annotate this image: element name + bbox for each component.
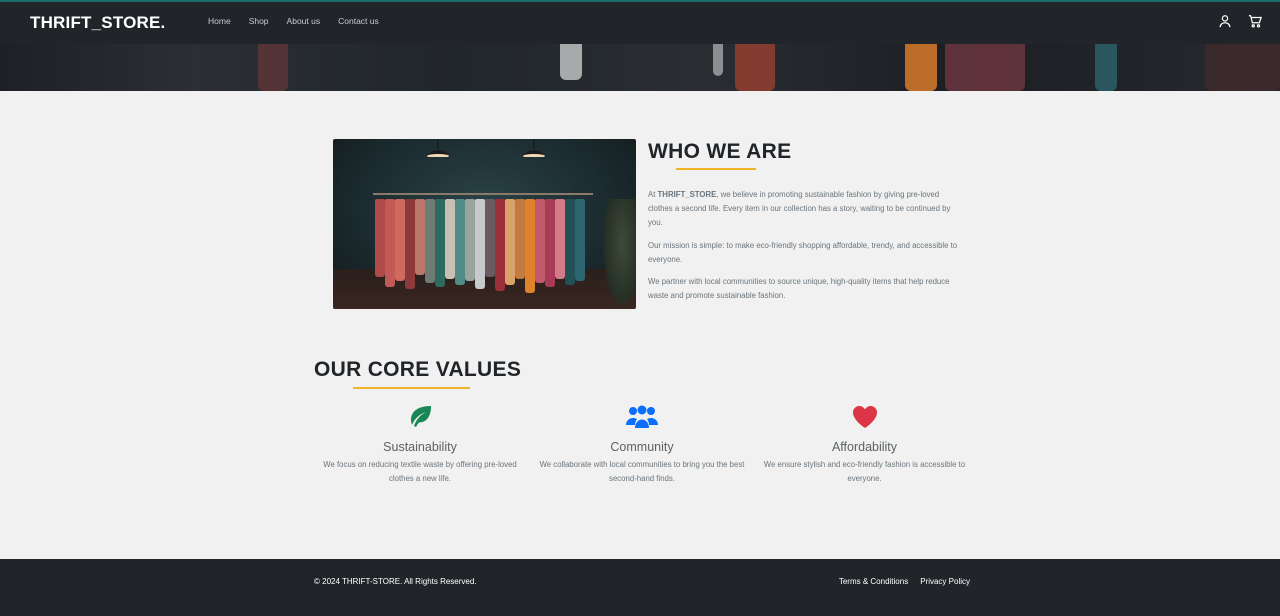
about-text: At THRIFT_STORE, we believe in promoting… (648, 188, 958, 311)
heading-underline (353, 387, 470, 389)
brand-logo[interactable]: THRIFT_STORE. (30, 13, 165, 33)
nav-link-contact[interactable]: Contact us (338, 16, 379, 26)
hero-banner-image (0, 44, 1280, 91)
core-values-heading: OUR CORE VALUES (314, 358, 522, 381)
value-card-affordability: Affordability We ensure stylish and eco-… (756, 405, 973, 486)
value-description: We collaborate with local communities to… (539, 460, 745, 483)
nav-link-home[interactable]: Home (208, 16, 231, 26)
nav-link-shop[interactable]: Shop (249, 16, 269, 26)
privacy-link[interactable]: Privacy Policy (920, 577, 970, 586)
people-icon (537, 405, 747, 433)
value-title: Affordability (831, 440, 898, 454)
cart-icon[interactable] (1248, 14, 1262, 28)
nav-links: Home Shop About us Contact us (208, 16, 379, 26)
user-icon[interactable] (1218, 14, 1232, 28)
who-we-are-heading: WHO WE ARE (648, 140, 792, 163)
about-paragraph-3: We partner with local communities to sou… (648, 277, 950, 301)
value-card-community: Community We collaborate with local comm… (537, 405, 747, 486)
value-title: Sustainability (383, 440, 457, 454)
about-brand-name: THRIFT_STORE (657, 190, 717, 199)
clothing-rack-image (333, 139, 636, 309)
terms-link[interactable]: Terms & Conditions (839, 577, 908, 586)
heart-icon (756, 405, 973, 433)
value-description: We ensure stylish and eco-friendly fashi… (763, 460, 966, 483)
footer: © 2024 THRIFT-STORE. All Rights Reserved… (0, 559, 1280, 616)
nav-link-about[interactable]: About us (287, 16, 321, 26)
nav-icons (1218, 14, 1262, 28)
navbar: THRIFT_STORE. Home Shop About us Contact… (0, 0, 1280, 44)
about-paragraph-2: Our mission is simple: to make eco-frien… (648, 240, 958, 264)
copyright-text: © 2024 THRIFT-STORE. All Rights Reserved… (314, 577, 477, 586)
value-description: We focus on reducing textile waste by of… (323, 460, 517, 483)
heading-underline (676, 168, 756, 170)
about-paragraph-1: At THRIFT_STORE, we believe in promoting… (648, 188, 958, 231)
value-title: Community (610, 440, 674, 454)
value-card-sustainability: Sustainability We focus on reducing text… (314, 405, 526, 486)
footer-links: Terms & Conditions Privacy Policy (839, 577, 970, 586)
leaf-icon (314, 405, 526, 433)
about-p1-prefix: At (648, 190, 658, 199)
